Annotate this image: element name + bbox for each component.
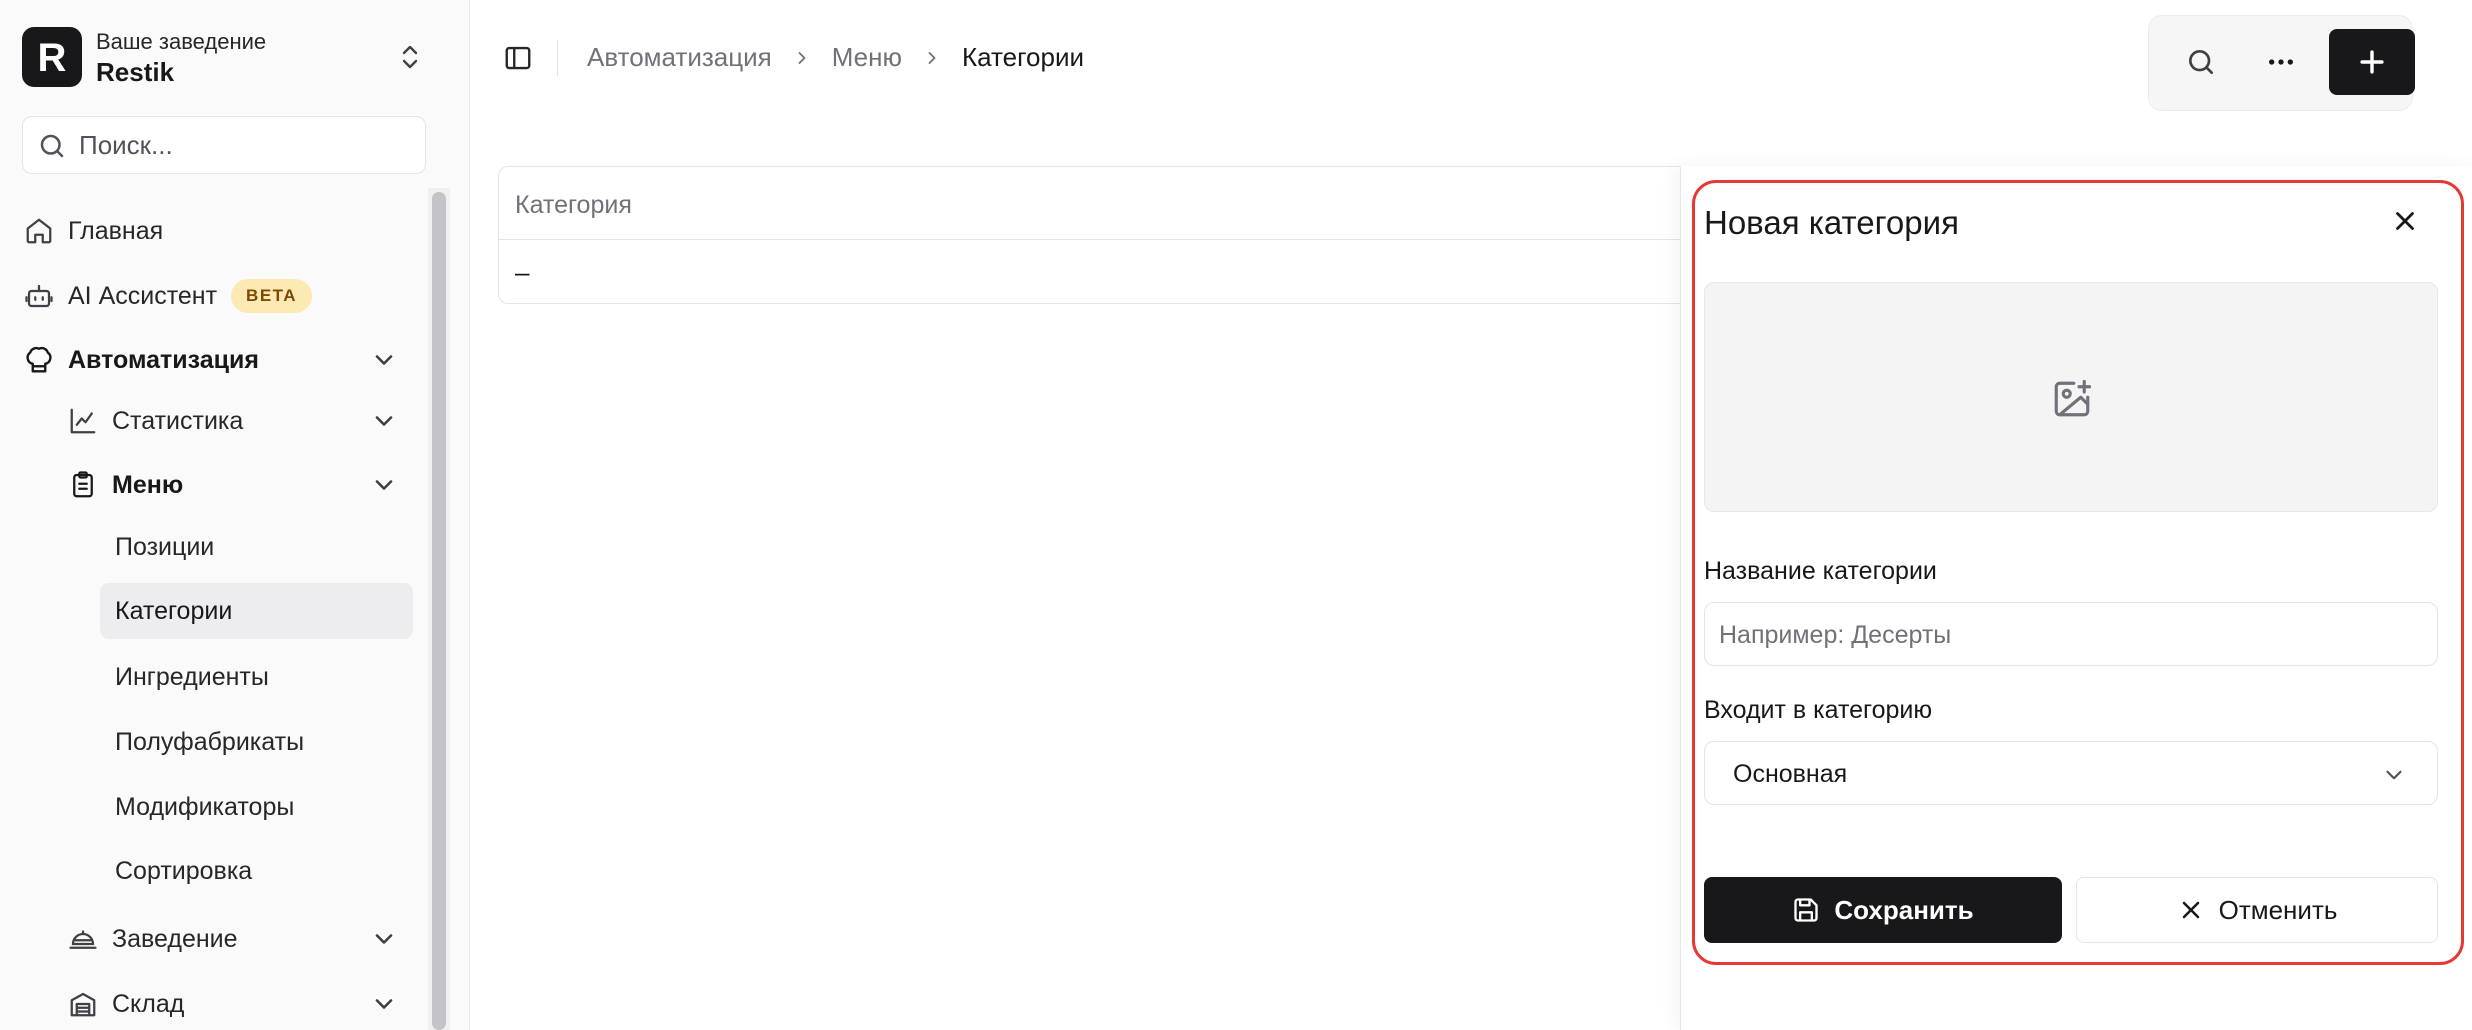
chevron-down-icon xyxy=(370,407,398,442)
chevrons-up-down-icon xyxy=(396,41,424,78)
bot-icon xyxy=(24,281,54,311)
chef-hat-icon xyxy=(24,345,54,375)
search-icon xyxy=(40,134,64,158)
category-name-label: Название категории xyxy=(1704,557,1937,585)
breadcrumb-automation[interactable]: Автоматизация xyxy=(587,42,772,73)
search-input[interactable] xyxy=(79,127,409,163)
cloche-icon xyxy=(68,924,98,954)
svg-text:R: R xyxy=(38,36,67,80)
sidebar-item-home[interactable]: Главная xyxy=(24,205,163,257)
sidebar-item-label: Склад xyxy=(112,989,185,1018)
sidebar-item-label: AI Ассистент xyxy=(68,281,218,310)
chevron-down-icon xyxy=(370,925,398,960)
category-name-input[interactable] xyxy=(1719,615,2419,655)
column-header-category[interactable]: Категория xyxy=(515,191,632,220)
parent-category-label: Входит в категорию xyxy=(1704,696,1933,724)
venue-subtitle: Ваше заведение xyxy=(96,29,267,54)
drawer-title: Новая категория xyxy=(1704,204,1959,241)
save-icon xyxy=(1792,896,1820,924)
sidebar-item-modifiers[interactable]: Модификаторы xyxy=(100,779,413,835)
divider xyxy=(557,40,558,76)
sidebar-item-semi-finished[interactable]: Полуфабрикаты xyxy=(100,714,413,770)
sidebar: R Ваше заведение Restik Главная AI Ассис… xyxy=(0,0,470,1030)
image-upload-dropzone[interactable] xyxy=(1704,282,2438,512)
sidebar-item-label: Главная xyxy=(68,216,164,245)
clipboard-list-icon xyxy=(68,470,98,500)
breadcrumb: Автоматизация Меню Категории xyxy=(587,42,1084,73)
sidebar-search[interactable] xyxy=(22,116,426,174)
sidebar-item-ai-assistant[interactable]: AI Ассистент BETA xyxy=(24,270,313,322)
sidebar-item-label: Заведение xyxy=(112,924,238,953)
close-icon xyxy=(2177,896,2205,924)
cancel-button[interactable]: Отменить xyxy=(2076,877,2438,943)
parent-category-select[interactable]: Основная xyxy=(1704,741,2438,805)
sidebar-item-warehouse[interactable]: Склад xyxy=(68,978,404,1030)
save-button[interactable]: Сохранить xyxy=(1704,877,2062,943)
chevron-down-icon xyxy=(370,346,398,381)
home-icon xyxy=(24,216,54,246)
plus-icon xyxy=(2360,50,2384,74)
breadcrumb-categories: Категории xyxy=(962,42,1085,72)
chevron-down-icon xyxy=(370,471,398,506)
warehouse-icon xyxy=(68,989,98,1019)
sidebar-item-venue[interactable]: Заведение xyxy=(68,913,404,965)
sidebar-item-positions[interactable]: Позиции xyxy=(100,519,413,575)
restik-logo: R xyxy=(22,27,82,87)
sidebar-item-label: Статистика xyxy=(112,406,244,435)
category-name-field[interactable] xyxy=(1704,602,2438,666)
chevron-right-icon xyxy=(922,48,942,68)
toolbar-actions xyxy=(2148,15,2415,111)
venue-switcher[interactable]: R Ваше заведение Restik xyxy=(22,27,462,89)
save-button-label: Сохранить xyxy=(1834,894,1974,925)
add-button[interactable] xyxy=(2329,29,2415,95)
more-horizontal-icon[interactable] xyxy=(2265,46,2297,83)
image-plus-icon xyxy=(2054,379,2092,417)
sidebar-item-menu[interactable]: Меню xyxy=(68,459,404,511)
venue-name: Restik xyxy=(96,57,175,87)
scrollbar-thumb[interactable] xyxy=(432,192,446,1030)
cancel-button-label: Отменить xyxy=(2218,894,2338,925)
close-icon[interactable] xyxy=(2390,206,2420,241)
chart-line-icon xyxy=(68,406,98,436)
panel-left-icon[interactable] xyxy=(503,43,533,78)
sidebar-item-statistics[interactable]: Статистика xyxy=(68,395,404,447)
chevron-right-icon xyxy=(792,48,812,68)
search-icon[interactable] xyxy=(2185,46,2217,83)
select-value: Основная xyxy=(1733,760,1848,788)
chevron-down-icon xyxy=(370,990,398,1025)
sidebar-item-label: Меню xyxy=(112,470,184,499)
chevron-down-icon xyxy=(2381,762,2407,793)
sidebar-item-ingredients[interactable]: Ингредиенты xyxy=(100,649,413,705)
sidebar-item-label: Автоматизация xyxy=(68,345,259,374)
breadcrumb-menu[interactable]: Меню xyxy=(832,42,902,73)
sidebar-item-categories[interactable]: Категории xyxy=(100,583,413,639)
sidebar-item-automation[interactable]: Автоматизация xyxy=(24,334,404,386)
sidebar-item-sorting[interactable]: Сортировка xyxy=(100,843,413,899)
beta-badge: BETA xyxy=(231,279,313,313)
table-cell: – xyxy=(515,257,530,287)
